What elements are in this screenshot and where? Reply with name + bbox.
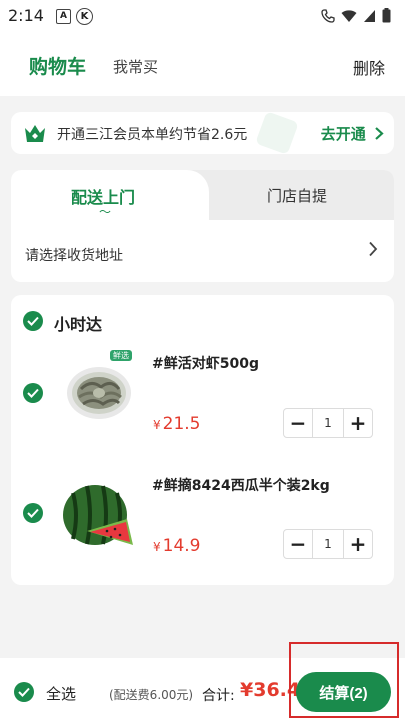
highlight-box bbox=[289, 642, 399, 718]
chevron-right-icon[interactable] bbox=[368, 241, 378, 257]
item-checkbox[interactable] bbox=[23, 503, 43, 523]
quantity-stepper[interactable]: − 1 + bbox=[283, 529, 373, 559]
tab-home-delivery[interactable]: 配送上门 ～ bbox=[11, 170, 209, 220]
address-selector[interactable]: 请选择收货地址 bbox=[25, 245, 123, 265]
delete-button[interactable]: 删除 bbox=[353, 55, 385, 79]
notification-k-icon: K bbox=[76, 8, 93, 25]
status-right-icons bbox=[321, 8, 391, 23]
active-tab-indicator: ～ bbox=[99, 205, 112, 219]
delivery-card: 配送上门 ～ 门店自提 请选择收货地址 bbox=[11, 170, 394, 282]
product-name[interactable]: #鲜摘8424西瓜半个装2kg bbox=[152, 475, 330, 495]
decrease-button[interactable]: − bbox=[284, 409, 312, 437]
group-title: 小时达 bbox=[54, 315, 103, 334]
decrease-button[interactable]: − bbox=[284, 530, 312, 558]
check-icon bbox=[27, 316, 39, 326]
member-crown-icon bbox=[25, 125, 45, 142]
check-icon bbox=[18, 687, 30, 697]
watermelon-image bbox=[63, 485, 133, 545]
status-bar: 2:14 A K bbox=[0, 0, 405, 36]
battery-icon bbox=[382, 8, 391, 23]
cart-group-card: 小时达 鲜选 #鲜活对虾500g ¥21.5 − 1 + #鲜摘8424西瓜半个… bbox=[11, 295, 394, 585]
tab-frequent-buy[interactable]: 我常买 bbox=[113, 56, 158, 77]
chevron-right-icon bbox=[375, 127, 384, 140]
select-all-label[interactable]: 全选 bbox=[46, 683, 76, 704]
increase-button[interactable]: + bbox=[344, 530, 372, 558]
check-icon bbox=[27, 388, 39, 398]
status-time: 2:14 bbox=[8, 6, 44, 25]
select-all-checkbox[interactable] bbox=[14, 682, 34, 702]
product-name[interactable]: #鲜活对虾500g bbox=[152, 353, 259, 373]
product-price: ¥21.5 bbox=[153, 414, 201, 434]
open-membership-link[interactable]: 去开通 bbox=[321, 123, 384, 144]
tab-store-pickup[interactable]: 门店自提 bbox=[267, 185, 327, 206]
product-price: ¥14.9 bbox=[153, 536, 201, 556]
price-value: 14.9 bbox=[162, 536, 201, 556]
wifi-icon bbox=[341, 9, 357, 22]
increase-button[interactable]: + bbox=[344, 409, 372, 437]
tab-cart[interactable]: 购物车 bbox=[29, 52, 86, 79]
product-image-shrimp[interactable] bbox=[61, 349, 141, 429]
product-image-watermelon[interactable] bbox=[57, 479, 137, 559]
banner-decoration bbox=[255, 112, 299, 154]
notification-a-icon: A bbox=[56, 9, 71, 24]
quantity-value[interactable]: 1 bbox=[312, 409, 344, 437]
quantity-stepper[interactable]: − 1 + bbox=[283, 408, 373, 438]
check-icon bbox=[27, 508, 39, 518]
top-header: 购物车 我常买 删除 bbox=[0, 36, 405, 96]
member-banner[interactable]: 开通三江会员本单约节省2.6元 去开通 bbox=[11, 112, 394, 154]
quantity-value[interactable]: 1 bbox=[312, 530, 344, 558]
fresh-badge: 鲜选 bbox=[110, 350, 132, 361]
delivery-fee: (配送费6.00元) bbox=[109, 688, 194, 702]
price-currency: ¥ bbox=[153, 418, 161, 432]
price-value: 21.5 bbox=[162, 414, 201, 434]
shrimp-image bbox=[67, 367, 131, 419]
price-currency: ¥ bbox=[153, 540, 161, 554]
item-checkbox[interactable] bbox=[23, 383, 43, 403]
member-banner-text: 开通三江会员本单约节省2.6元 bbox=[57, 127, 248, 143]
open-membership-label: 去开通 bbox=[320, 125, 366, 143]
total-label: 合计: bbox=[202, 688, 235, 704]
call-icon bbox=[321, 8, 335, 23]
group-checkbox[interactable] bbox=[23, 311, 43, 331]
signal-icon bbox=[364, 9, 375, 22]
